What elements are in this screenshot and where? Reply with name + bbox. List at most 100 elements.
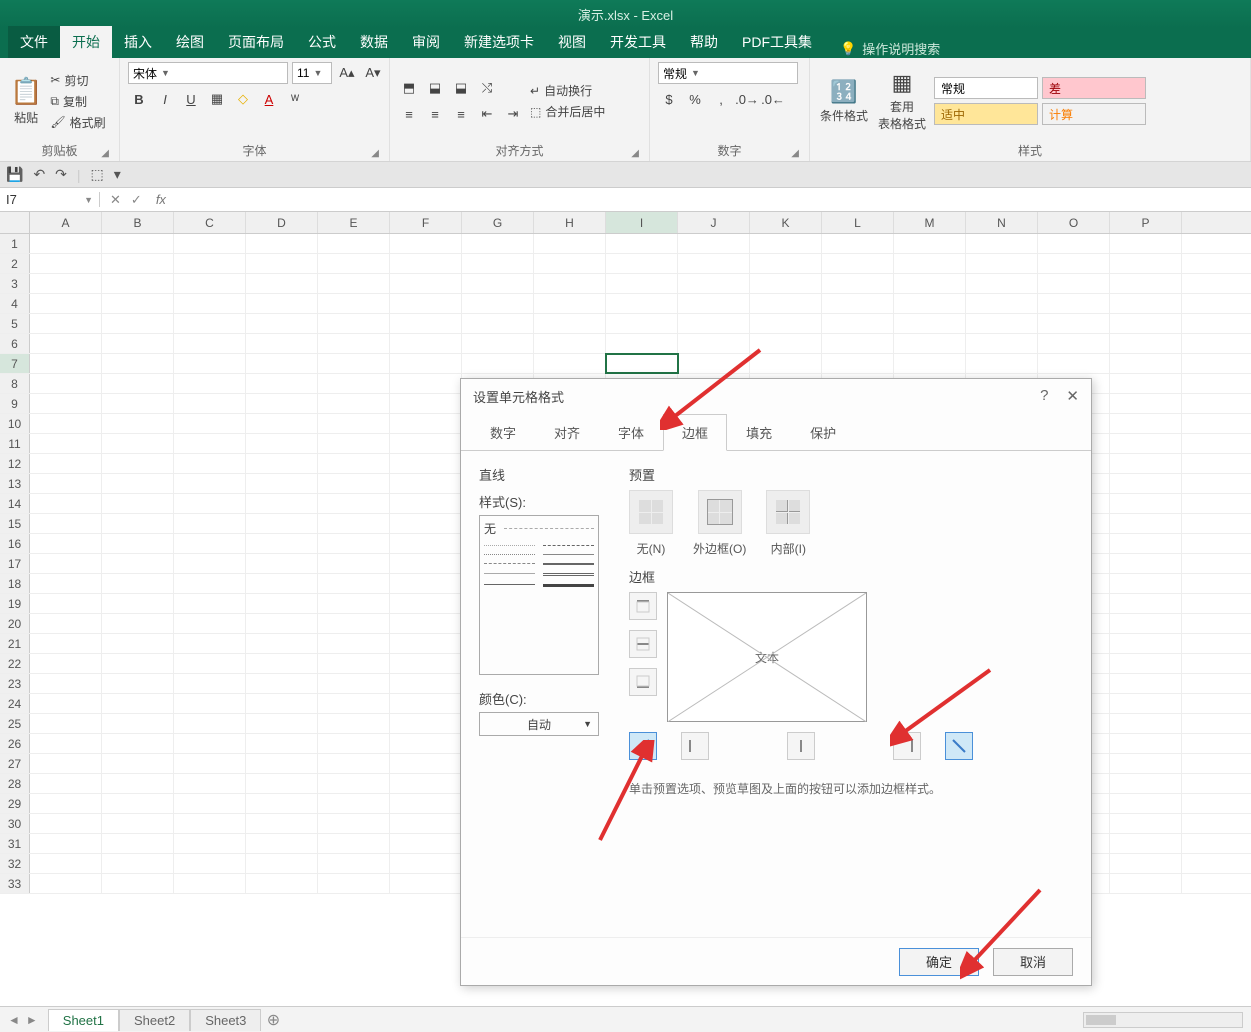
sheet-next-icon[interactable]: ► [26, 1013, 38, 1027]
cell[interactable] [246, 794, 318, 813]
cell[interactable] [390, 774, 462, 793]
cell[interactable] [606, 234, 678, 253]
cell[interactable] [1038, 294, 1110, 313]
cell[interactable] [966, 354, 1038, 373]
cell[interactable] [390, 874, 462, 893]
horizontal-scrollbar[interactable] [1083, 1012, 1243, 1028]
cell[interactable] [174, 594, 246, 613]
cell[interactable] [30, 554, 102, 573]
dialog-titlebar[interactable]: 设置单元格格式 ? ✕ [461, 379, 1091, 413]
cell[interactable] [606, 254, 678, 273]
cell[interactable] [174, 434, 246, 453]
cell[interactable] [390, 374, 462, 393]
color-combo[interactable]: 自动▼ [479, 712, 599, 736]
cell[interactable] [246, 834, 318, 853]
tab-data[interactable]: 数据 [348, 26, 400, 58]
cell[interactable] [102, 614, 174, 633]
cell[interactable] [462, 274, 534, 293]
cell[interactable] [30, 414, 102, 433]
cell[interactable] [102, 594, 174, 613]
cut-button[interactable]: ✂剪切 [50, 72, 105, 89]
column-header[interactable]: P [1110, 212, 1182, 233]
cell[interactable] [246, 714, 318, 733]
line-style-option[interactable] [543, 584, 594, 587]
cell[interactable] [462, 294, 534, 313]
border-diag-down-button[interactable] [945, 732, 973, 760]
cell[interactable] [30, 314, 102, 333]
row-header[interactable]: 19 [0, 594, 30, 613]
cell[interactable] [246, 614, 318, 633]
tab-developer[interactable]: 开发工具 [598, 26, 678, 58]
row-header[interactable]: 17 [0, 554, 30, 573]
column-header[interactable]: D [246, 212, 318, 233]
cell[interactable] [246, 414, 318, 433]
cell[interactable] [246, 454, 318, 473]
cell[interactable] [822, 354, 894, 373]
dlg-tab-border[interactable]: 边框 [663, 414, 727, 451]
wrap-text-button[interactable]: ↵自动换行 [530, 82, 605, 99]
cell[interactable] [966, 234, 1038, 253]
cell[interactable] [390, 734, 462, 753]
cell[interactable] [1110, 834, 1182, 853]
cell[interactable] [174, 794, 246, 813]
cell[interactable] [390, 554, 462, 573]
cell[interactable] [1038, 314, 1110, 333]
cell[interactable] [318, 234, 390, 253]
cell[interactable] [1038, 234, 1110, 253]
cell[interactable] [390, 654, 462, 673]
cell[interactable] [246, 474, 318, 493]
dlg-tab-align[interactable]: 对齐 [535, 414, 599, 451]
line-style-list[interactable]: 无 [479, 515, 599, 675]
row-header[interactable]: 21 [0, 634, 30, 653]
cell[interactable] [174, 454, 246, 473]
help-icon[interactable]: ? [1040, 387, 1048, 405]
sheet-tab-3[interactable]: Sheet3 [190, 1009, 261, 1031]
cell[interactable] [102, 774, 174, 793]
cell[interactable] [750, 354, 822, 373]
cell[interactable] [390, 334, 462, 353]
copy-button[interactable]: ⧉复制 [50, 93, 105, 110]
row-header[interactable]: 14 [0, 494, 30, 513]
column-header[interactable]: I [606, 212, 678, 233]
cell[interactable] [966, 314, 1038, 333]
cell[interactable] [1110, 574, 1182, 593]
cell[interactable] [1110, 714, 1182, 733]
cell[interactable] [174, 554, 246, 573]
cell[interactable] [462, 314, 534, 333]
style-bad[interactable]: 差 [1042, 77, 1146, 99]
font-color-button[interactable]: A [258, 88, 280, 110]
cell[interactable] [174, 514, 246, 533]
cell[interactable] [174, 494, 246, 513]
cell[interactable] [246, 574, 318, 593]
cell[interactable] [30, 874, 102, 893]
cell[interactable] [174, 374, 246, 393]
cell[interactable] [30, 694, 102, 713]
align-left-icon[interactable]: ≡ [398, 103, 420, 125]
cell[interactable] [174, 814, 246, 833]
cell[interactable] [102, 754, 174, 773]
paste-button[interactable]: 📋 粘贴 [8, 74, 44, 128]
cell[interactable] [318, 314, 390, 333]
cell[interactable] [174, 774, 246, 793]
cell[interactable] [102, 274, 174, 293]
cell[interactable] [102, 554, 174, 573]
cell[interactable] [174, 334, 246, 353]
cell[interactable] [390, 754, 462, 773]
cell[interactable] [102, 394, 174, 413]
cell[interactable] [30, 434, 102, 453]
cell[interactable] [390, 794, 462, 813]
cell[interactable] [822, 334, 894, 353]
cell[interactable] [750, 234, 822, 253]
add-sheet-button[interactable]: ⊕ [261, 1010, 285, 1030]
row-header[interactable]: 18 [0, 574, 30, 593]
tab-file[interactable]: 文件 [8, 26, 60, 58]
cell[interactable] [246, 734, 318, 753]
cell[interactable] [174, 714, 246, 733]
cell[interactable] [318, 574, 390, 593]
cell[interactable] [102, 854, 174, 873]
cell[interactable] [30, 394, 102, 413]
cell[interactable] [318, 274, 390, 293]
cell[interactable] [1110, 534, 1182, 553]
tell-me-search[interactable]: 💡 操作说明搜索 [840, 39, 940, 58]
tab-pdf[interactable]: PDF工具集 [730, 26, 824, 58]
